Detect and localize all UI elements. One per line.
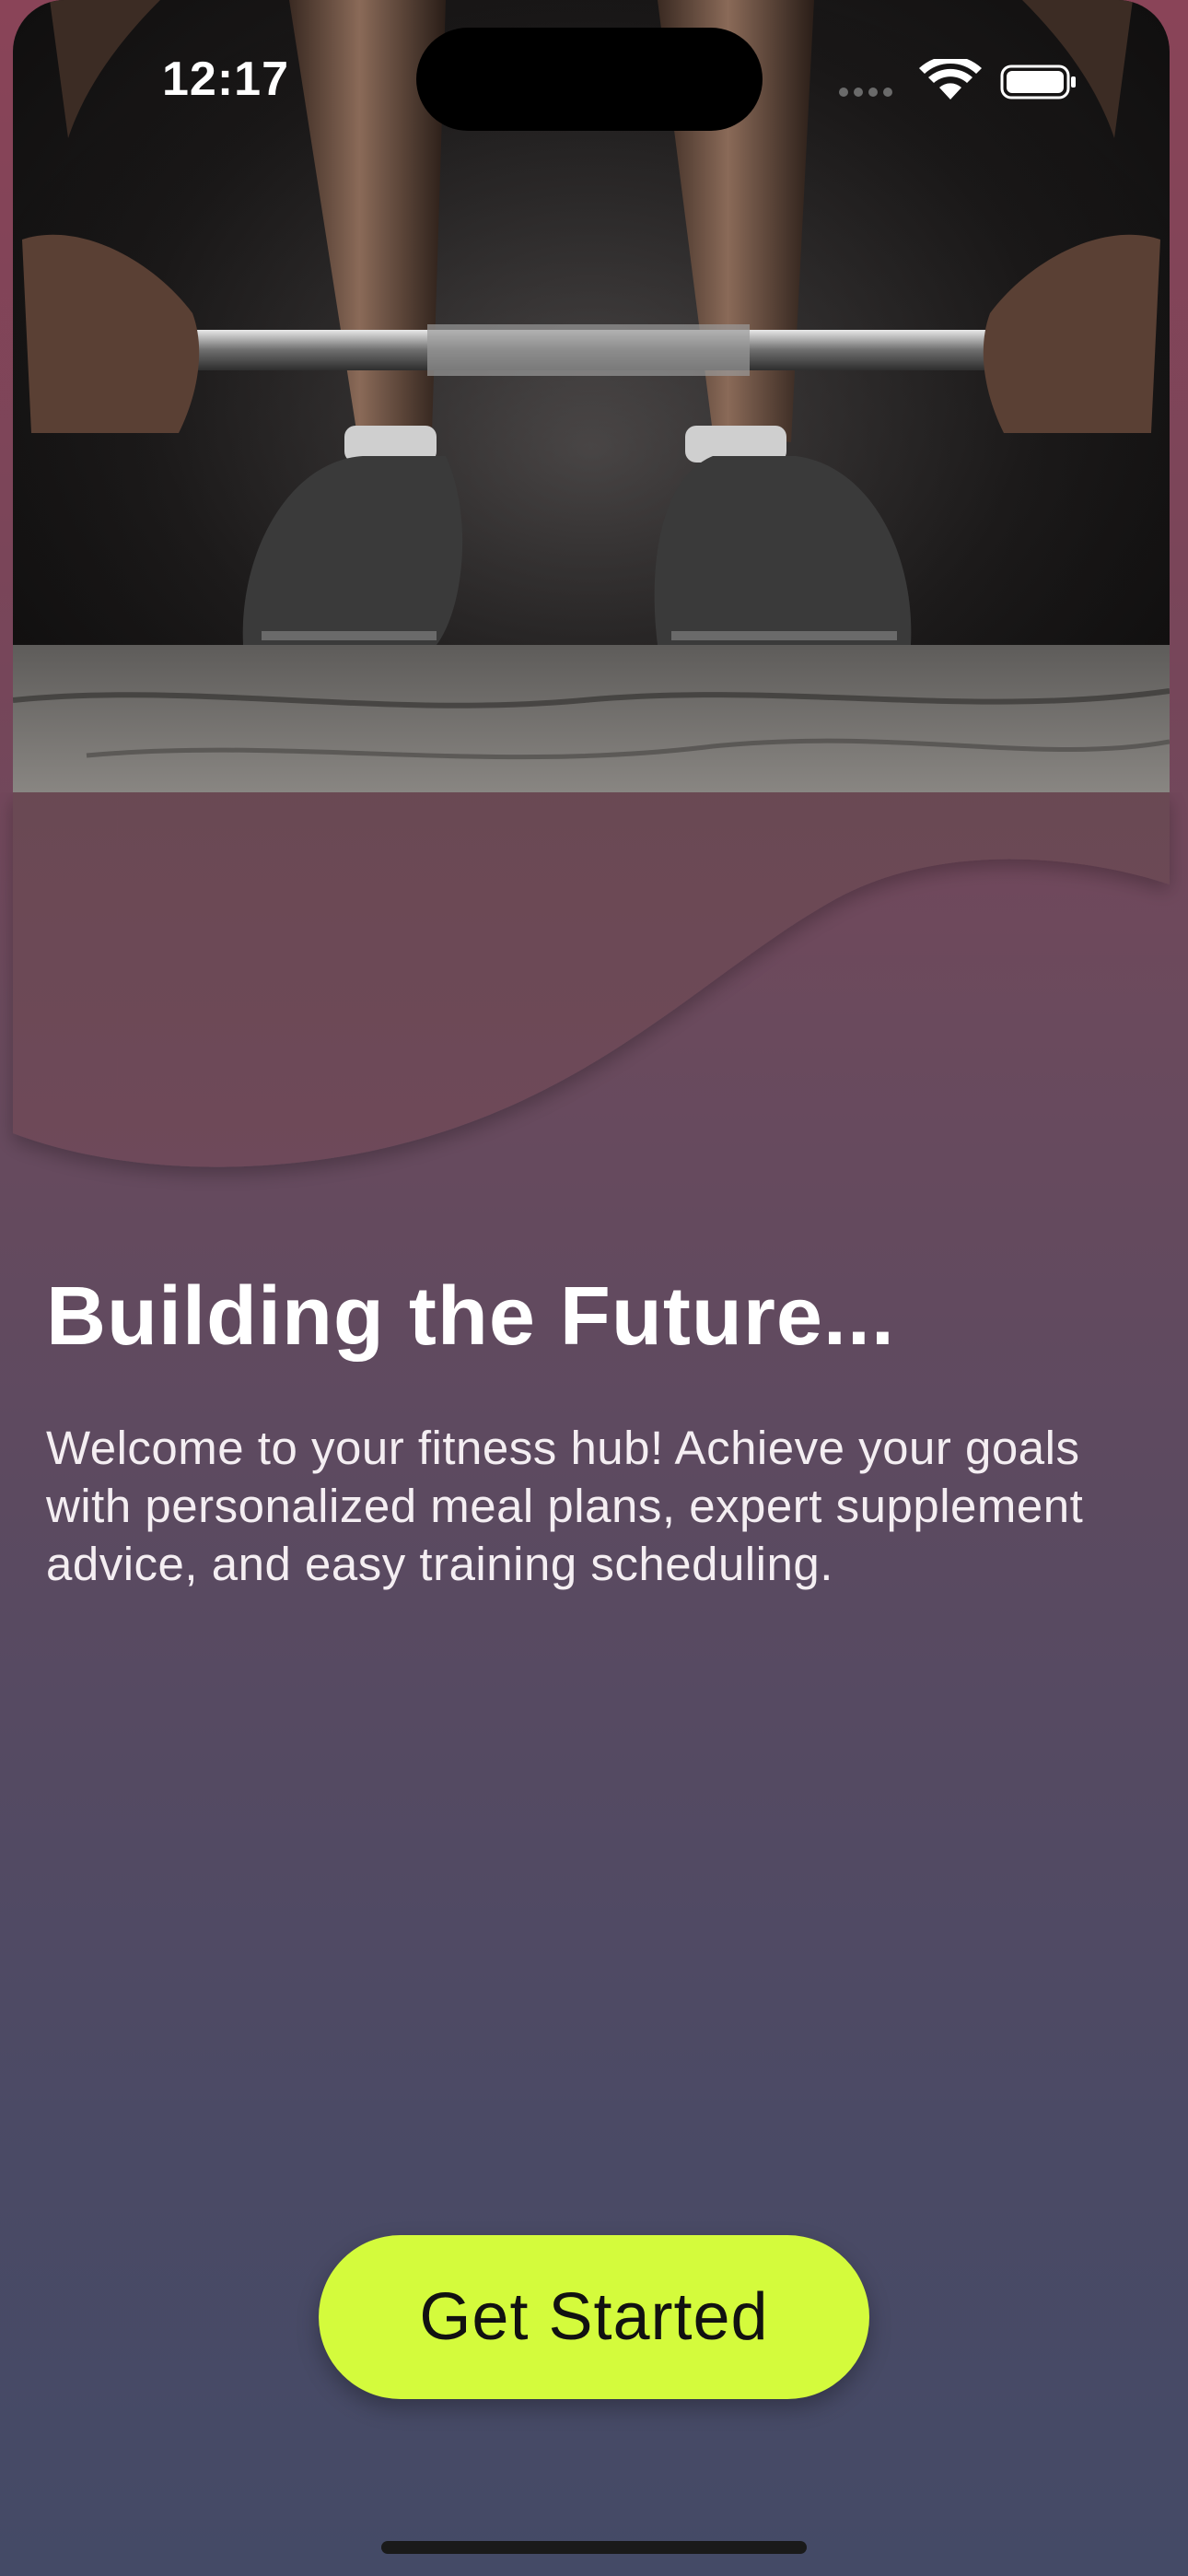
- status-bar: 12:17: [0, 0, 1188, 157]
- wave-divider: [13, 792, 1170, 1167]
- welcome-description: Welcome to your fitness hub! Achieve you…: [46, 1422, 1084, 1590]
- home-indicator[interactable]: [381, 2541, 807, 2554]
- onboarding-screen: 12:17 Building the Future... Welcome to …: [0, 0, 1188, 2576]
- dynamic-island: [416, 28, 763, 131]
- wifi-icon: [919, 59, 982, 100]
- status-icons: [839, 59, 1076, 100]
- get-started-button[interactable]: Get Started: [319, 2235, 869, 2399]
- status-time: 12:17: [162, 53, 289, 106]
- page-title: Building the Future...: [46, 1270, 895, 1363]
- signal-dots-icon: [839, 88, 892, 97]
- battery-icon: [1000, 64, 1076, 100]
